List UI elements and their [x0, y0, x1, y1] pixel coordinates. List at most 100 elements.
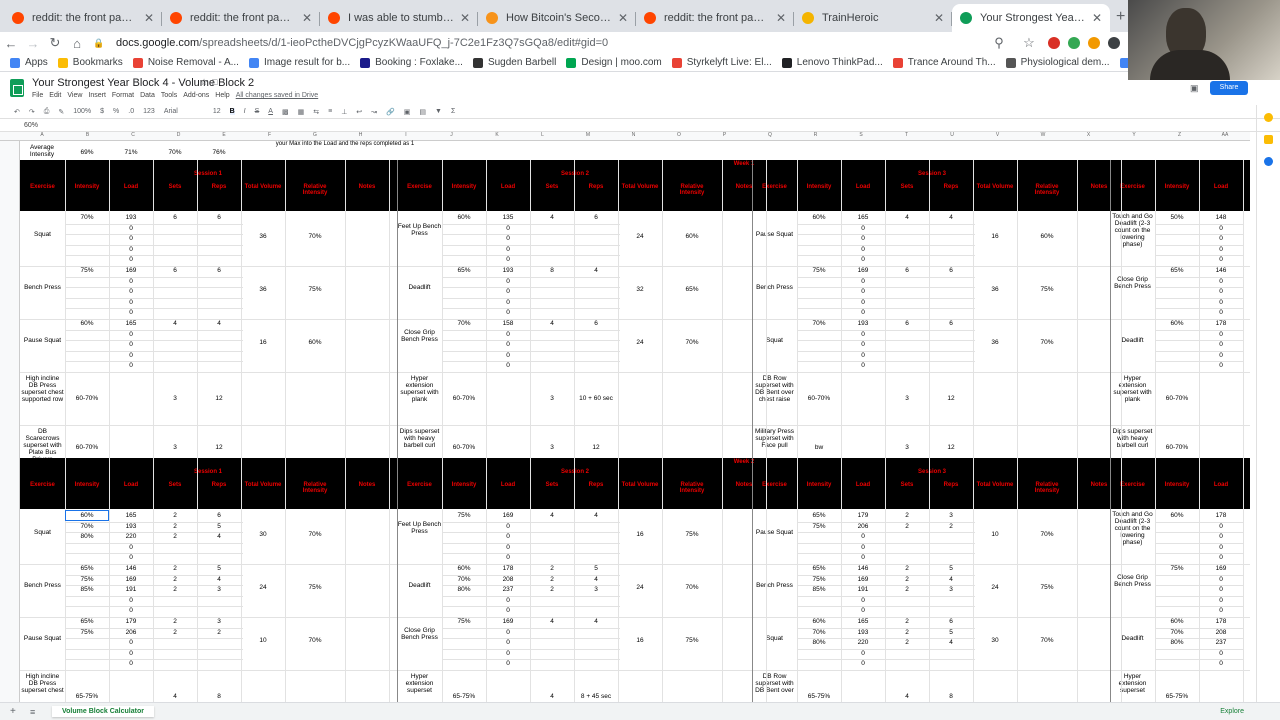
grid-cell[interactable]: 60-70% [1157, 444, 1197, 452]
grid-cell[interactable]: 30 [975, 637, 1015, 645]
grid-cell[interactable]: 146 [111, 565, 151, 573]
grid-cell[interactable]: 70% [67, 523, 107, 531]
column-letter[interactable]: W [1021, 132, 1065, 138]
star-icon[interactable]: ☆ [200, 77, 208, 88]
grid-cell[interactable]: 65-75% [799, 693, 839, 701]
grid-cell[interactable]: 193 [111, 214, 151, 222]
grid-cell[interactable]: 4 [931, 214, 971, 222]
grid-cell[interactable]: 0 [843, 533, 883, 541]
grid-cell[interactable]: 4 [576, 267, 616, 275]
grid-cell[interactable]: 4 [532, 618, 572, 626]
grid-cell[interactable]: 193 [843, 629, 883, 637]
close-tab-icon[interactable]: ✕ [934, 11, 944, 25]
close-tab-icon[interactable]: ✕ [144, 11, 154, 25]
grid-cell[interactable]: 179 [843, 512, 883, 520]
grid-cell[interactable]: 2 [155, 586, 195, 594]
grid-cell[interactable]: 0 [111, 341, 151, 349]
close-tab-icon[interactable]: ✕ [618, 11, 628, 25]
grid-cell[interactable]: 2 [532, 586, 572, 594]
grid-cell[interactable]: 165 [843, 618, 883, 626]
italic-icon[interactable]: I [244, 108, 246, 115]
back-icon[interactable]: ← [0, 36, 22, 51]
bookmark-item[interactable]: Styrkelyft Live: El... [671, 57, 772, 68]
grid-cell[interactable]: 2 [199, 629, 239, 637]
grid-cell[interactable]: 60% [1157, 618, 1197, 626]
paint-format-icon[interactable]: ✎ [58, 108, 64, 116]
browser-tab[interactable]: How Bitcoin's Second Halving ✕ [478, 4, 636, 32]
column-letter[interactable]: C [111, 132, 155, 138]
grid-cell[interactable]: 2 [887, 576, 927, 584]
grid-cell[interactable]: 208 [1201, 629, 1241, 637]
grid-cell[interactable]: Hyper extension superset [398, 673, 442, 694]
column-letter[interactable]: O [657, 132, 701, 138]
grid-cell[interactable]: 75% [799, 576, 839, 584]
grid-cell[interactable]: 4 [887, 214, 927, 222]
explore-button[interactable]: Explore [1220, 708, 1244, 715]
keep-icon[interactable] [1264, 135, 1273, 144]
grid-cell[interactable]: 6 [155, 214, 195, 222]
grid-cell[interactable]: Pause Squat [21, 635, 65, 642]
column-letter[interactable]: J [430, 132, 474, 138]
grid-cell[interactable]: 0 [843, 597, 883, 605]
grid-cell[interactable]: 76% [199, 149, 239, 157]
grid-cell[interactable]: 2 [155, 523, 195, 531]
grid-cell[interactable]: 65% [667, 286, 717, 294]
grid-cell[interactable]: 0 [1201, 650, 1241, 658]
grid-cell[interactable]: 2 [155, 629, 195, 637]
column-letter[interactable]: Q [748, 132, 792, 138]
tasks-icon[interactable] [1264, 157, 1273, 166]
grid-cell[interactable]: 4 [576, 512, 616, 520]
grid-cell[interactable]: 0 [1201, 533, 1241, 541]
column-letter[interactable]: K [475, 132, 519, 138]
grid-cell[interactable]: 0 [488, 523, 528, 531]
grid-cell[interactable]: 4 [199, 320, 239, 328]
column-letter[interactable]: L [521, 132, 565, 138]
grid-cell[interactable]: Hyper extension superset [1111, 673, 1155, 694]
grid-cell[interactable]: your Max into the Load and the reps comp… [250, 141, 440, 148]
grid-cell[interactable]: 60% [444, 565, 484, 573]
grid-cell[interactable]: 193 [111, 523, 151, 531]
column-letter[interactable]: T [885, 132, 929, 138]
extension-orange-icon[interactable] [1088, 37, 1100, 49]
grid-cell[interactable]: 2 [532, 565, 572, 573]
grid-cell[interactable]: 60-70% [67, 395, 107, 403]
strikethrough-icon[interactable]: S [255, 108, 260, 115]
menu-item[interactable]: Help [215, 92, 229, 99]
grid-cell[interactable]: 4 [532, 693, 572, 701]
grid-cell[interactable]: 70% [67, 214, 107, 222]
column-letter[interactable]: G [293, 132, 337, 138]
bookmark-item[interactable]: Trance Around Th... [892, 57, 996, 68]
grid-cell[interactable]: 65% [1157, 267, 1197, 275]
grid-cell[interactable]: 165 [111, 512, 151, 520]
browser-tab[interactable]: Your Strongest Year Block 4 - ✕ [952, 4, 1110, 32]
column-letter[interactable]: R [794, 132, 838, 138]
grid-cell[interactable]: 0 [488, 650, 528, 658]
grid-cell[interactable]: 0 [1201, 256, 1241, 264]
column-letter[interactable]: D [157, 132, 201, 138]
grid-cell[interactable]: 80% [799, 639, 839, 647]
grid-cell[interactable]: Close Grip Bench Press [398, 627, 442, 641]
grid-cell[interactable]: 2 [931, 523, 971, 531]
document-title[interactable]: Your Strongest Year Block 4 - Volume Blo… [32, 77, 254, 89]
star-icon[interactable]: ☆ [1018, 35, 1040, 51]
grid-cell[interactable]: 80% [444, 586, 484, 594]
grid-cell[interactable]: 60% [290, 339, 340, 347]
grid-cell[interactable]: 3 [887, 395, 927, 403]
grid-cell[interactable]: 165 [111, 320, 151, 328]
grid-cell[interactable]: Pause Squat [753, 529, 797, 536]
grid-cell[interactable]: 5 [199, 565, 239, 573]
calendar-icon[interactable] [1264, 113, 1273, 122]
grid-cell[interactable]: 36 [975, 339, 1015, 347]
grid-cell[interactable]: 0 [111, 362, 151, 370]
comments-icon[interactable]: ▣ [1190, 83, 1199, 94]
grid-cell[interactable]: 208 [488, 576, 528, 584]
grid-cell[interactable]: 69% [67, 149, 107, 157]
grid-cell[interactable]: Dips superset with heavy barbell curl [398, 428, 442, 449]
link-icon[interactable]: 🔗 [386, 108, 395, 116]
grid-cell[interactable]: 0 [843, 650, 883, 658]
grid-cell[interactable]: 6 [931, 618, 971, 626]
search-icon[interactable]: ⚲ [988, 35, 1010, 51]
formula-bar[interactable]: 60% [0, 120, 1280, 132]
grid-cell[interactable]: 75% [667, 531, 717, 539]
grid-cell[interactable]: 6 [199, 512, 239, 520]
